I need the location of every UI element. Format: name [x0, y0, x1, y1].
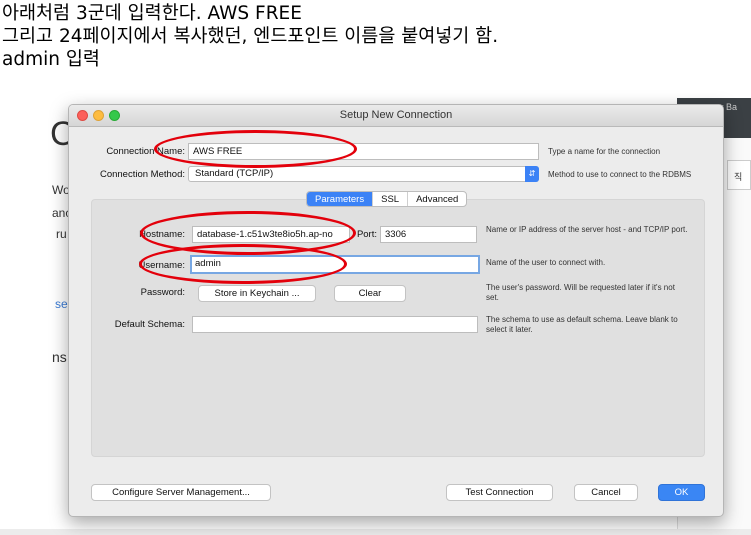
bottom-strip	[0, 529, 751, 535]
background-text-ru: ru	[56, 227, 67, 241]
chevron-updown-icon: ⇵	[525, 166, 539, 182]
connection-method-value: Standard (TCP/IP)	[195, 168, 274, 179]
connection-name-hint: Type a name for the connection	[548, 147, 661, 156]
clear-password-button[interactable]: Clear	[334, 285, 406, 302]
caption-line-2: 그리고 24페이지에서 복사했던, 엔드포인트 이름을 붙여넣기 함.	[2, 26, 499, 47]
configure-server-management-button[interactable]: Configure Server Management...	[91, 484, 271, 501]
background-right-cell: 직	[727, 160, 751, 190]
default-schema-input[interactable]	[192, 316, 478, 333]
connection-method-select[interactable]: Standard (TCP/IP) ⇵	[188, 166, 539, 182]
connection-method-label: Connection Method:	[99, 169, 185, 180]
store-in-keychain-button[interactable]: Store in Keychain ...	[198, 285, 316, 302]
test-connection-button[interactable]: Test Connection	[446, 484, 553, 501]
cancel-button[interactable]: Cancel	[574, 484, 638, 501]
hostname-hint: Name or IP address of the server host - …	[486, 225, 688, 234]
annotation-connection-name	[154, 130, 357, 168]
default-schema-label: Default Schema:	[114, 319, 185, 330]
port-label: Port:	[356, 229, 377, 240]
connection-tabs: Parameters SSL Advanced	[306, 191, 468, 207]
instruction-caption: 아래처럼 3군데 입력한다. AWS FREE 그리고 24페이지에서 복사했던…	[2, 2, 498, 71]
port-input[interactable]: 3306	[380, 226, 477, 243]
password-label: Password:	[140, 287, 185, 298]
dialog-title: Setup New Connection	[339, 109, 453, 121]
background-text-ns: ns	[52, 349, 67, 365]
annotation-username	[139, 244, 347, 284]
password-hint: The user's password. Will be requested l…	[486, 283, 675, 302]
setup-connection-dialog: Setup New Connection Connection Name: AW…	[68, 104, 724, 517]
connection-method-hint: Method to use to connect to the RDBMS	[548, 170, 692, 179]
caption-line-3: admin 입력	[2, 49, 100, 70]
background-link[interactable]: se	[55, 297, 68, 311]
tab-ssl[interactable]: SSL	[373, 192, 409, 206]
caption-line-1: 아래처럼 3군데 입력한다. AWS FREE	[2, 3, 302, 24]
tab-advanced[interactable]: Advanced	[408, 192, 466, 206]
dialog-titlebar: Setup New Connection	[69, 105, 723, 127]
tab-parameters[interactable]: Parameters	[307, 192, 374, 206]
username-hint: Name of the user to connect with.	[486, 258, 606, 267]
ok-button[interactable]: OK	[658, 484, 705, 501]
default-schema-hint: The schema to use as default schema. Lea…	[486, 315, 678, 334]
